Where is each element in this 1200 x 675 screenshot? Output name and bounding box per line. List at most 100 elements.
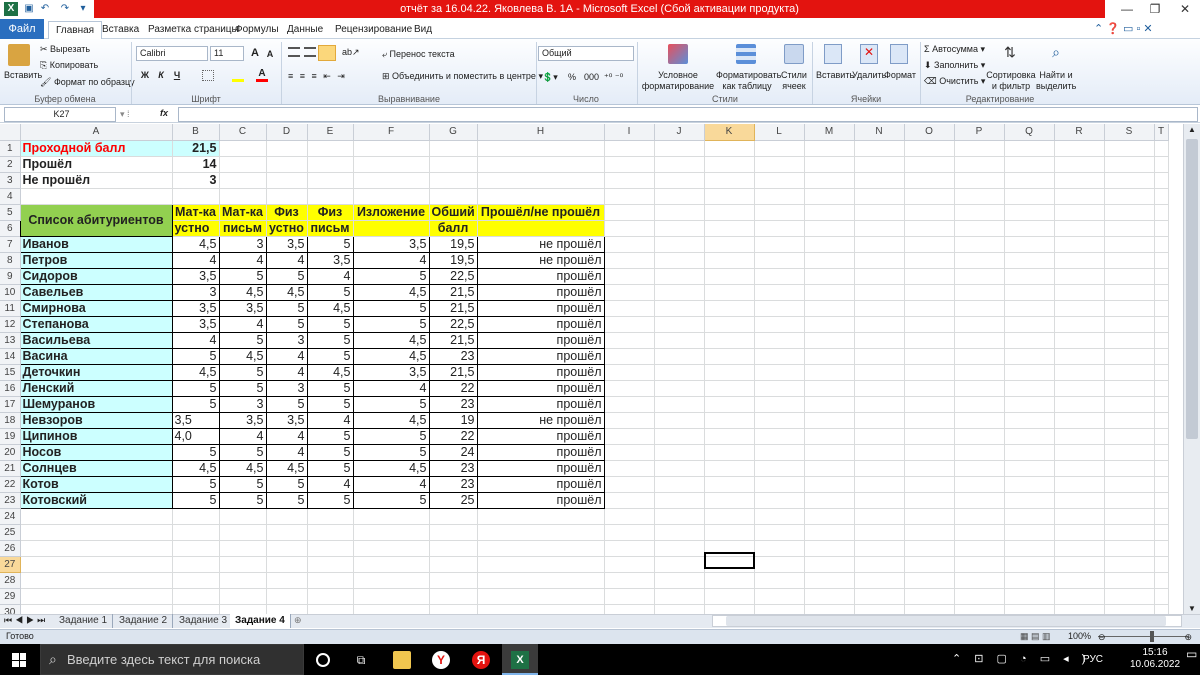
cell[interactable]: [704, 588, 755, 605]
student-name[interactable]: Носов: [19, 443, 173, 461]
cell[interactable]: [904, 396, 955, 413]
underline-button[interactable]: Ч: [169, 68, 185, 83]
cell[interactable]: [654, 300, 705, 317]
result-cell[interactable]: не прошёл: [476, 411, 605, 429]
bold-button[interactable]: Ж: [137, 68, 153, 83]
score-cell[interactable]: 3: [171, 283, 220, 301]
cell[interactable]: [477, 540, 605, 557]
cell[interactable]: [172, 508, 220, 525]
cell[interactable]: [854, 492, 905, 509]
cell[interactable]: [219, 540, 267, 557]
cell[interactable]: [1004, 380, 1055, 397]
score-cell[interactable]: 5: [352, 395, 430, 413]
cell[interactable]: [804, 252, 855, 269]
cell[interactable]: [904, 508, 955, 525]
cell[interactable]: [1054, 604, 1105, 614]
horizontal-scroll-thumb[interactable]: [726, 616, 1166, 626]
cell[interactable]: [704, 284, 755, 301]
tab-insert[interactable]: Вставка: [95, 21, 146, 39]
cell[interactable]: [654, 556, 705, 573]
cell[interactable]: [1104, 188, 1155, 205]
cell[interactable]: [904, 604, 955, 614]
cell[interactable]: [219, 188, 267, 205]
cell[interactable]: [1054, 140, 1105, 157]
cell[interactable]: [854, 140, 905, 157]
cell[interactable]: [1054, 268, 1105, 285]
cell[interactable]: [307, 540, 354, 557]
cell[interactable]: [754, 444, 805, 461]
header-cell[interactable]: Физ: [307, 204, 354, 221]
cell[interactable]: [1054, 540, 1105, 557]
total-cell[interactable]: 23: [428, 475, 478, 493]
cell[interactable]: [654, 332, 705, 349]
header-cell[interactable]: [353, 220, 430, 237]
cell[interactable]: [854, 156, 905, 173]
cell[interactable]: [754, 188, 805, 205]
cell[interactable]: [1154, 508, 1169, 525]
student-name[interactable]: Ленский: [19, 379, 173, 397]
cell[interactable]: [654, 524, 705, 541]
score-cell[interactable]: 5: [306, 443, 354, 461]
total-cell[interactable]: 19,5: [428, 235, 478, 253]
cell[interactable]: [754, 284, 805, 301]
cell[interactable]: [1104, 444, 1155, 461]
cell[interactable]: [854, 316, 905, 333]
score-cell[interactable]: 5: [352, 491, 430, 509]
result-cell[interactable]: не прошёл: [476, 235, 605, 253]
score-cell[interactable]: 5: [265, 475, 308, 493]
score-cell[interactable]: 3: [265, 379, 308, 397]
score-cell[interactable]: 5: [265, 267, 308, 285]
minimize-button[interactable]: —: [1112, 0, 1142, 19]
row-header-16[interactable]: 16: [0, 380, 21, 397]
cell[interactable]: [604, 284, 655, 301]
cell[interactable]: [1004, 284, 1055, 301]
cell[interactable]: [429, 508, 478, 525]
cell[interactable]: [477, 508, 605, 525]
student-name[interactable]: Деточкин: [19, 363, 173, 381]
student-name[interactable]: Солнцев: [19, 459, 173, 477]
cell[interactable]: [1104, 572, 1155, 589]
cell[interactable]: [429, 524, 478, 541]
row-header-9[interactable]: 9: [0, 268, 21, 285]
summary-value[interactable]: 3: [172, 172, 220, 189]
cell[interactable]: [604, 524, 655, 541]
score-cell[interactable]: 5: [352, 299, 430, 317]
cell[interactable]: [429, 188, 478, 205]
cell[interactable]: [754, 140, 805, 157]
cell[interactable]: [904, 268, 955, 285]
cell[interactable]: [219, 588, 267, 605]
score-cell[interactable]: 5: [306, 235, 354, 253]
student-name[interactable]: Васина: [19, 347, 173, 365]
cell[interactable]: [1154, 476, 1169, 493]
cell[interactable]: [804, 556, 855, 573]
row-header-4[interactable]: 4: [0, 188, 21, 205]
cell[interactable]: [954, 348, 1005, 365]
cell[interactable]: [904, 492, 955, 509]
cell[interactable]: [954, 156, 1005, 173]
sheet-tab-3[interactable]: Задание 3: [174, 614, 234, 628]
cell[interactable]: [1004, 556, 1055, 573]
delete-cells-icon[interactable]: ✕: [860, 44, 878, 64]
score-cell[interactable]: 4,5: [171, 235, 220, 253]
score-cell[interactable]: 5: [306, 283, 354, 301]
row-header-25[interactable]: 25: [0, 524, 21, 541]
save-icon[interactable]: ▣: [22, 2, 36, 16]
cell[interactable]: [904, 556, 955, 573]
zoom-in-icon[interactable]: ⊕: [1184, 632, 1192, 643]
cell[interactable]: [654, 412, 705, 429]
cell[interactable]: [1154, 300, 1169, 317]
cell[interactable]: [854, 332, 905, 349]
cell[interactable]: [654, 252, 705, 269]
cell[interactable]: [754, 428, 805, 445]
cell[interactable]: [754, 540, 805, 557]
borders-icon[interactable]: [202, 70, 214, 81]
cell[interactable]: [854, 300, 905, 317]
cell[interactable]: [1154, 556, 1169, 573]
cell[interactable]: [219, 140, 267, 157]
column-header-r[interactable]: R: [1054, 124, 1105, 141]
cell[interactable]: [654, 460, 705, 477]
cell[interactable]: [654, 220, 705, 237]
font-name-select[interactable]: Calibri: [136, 46, 208, 61]
score-cell[interactable]: 5: [218, 379, 267, 397]
cell[interactable]: [429, 172, 478, 189]
